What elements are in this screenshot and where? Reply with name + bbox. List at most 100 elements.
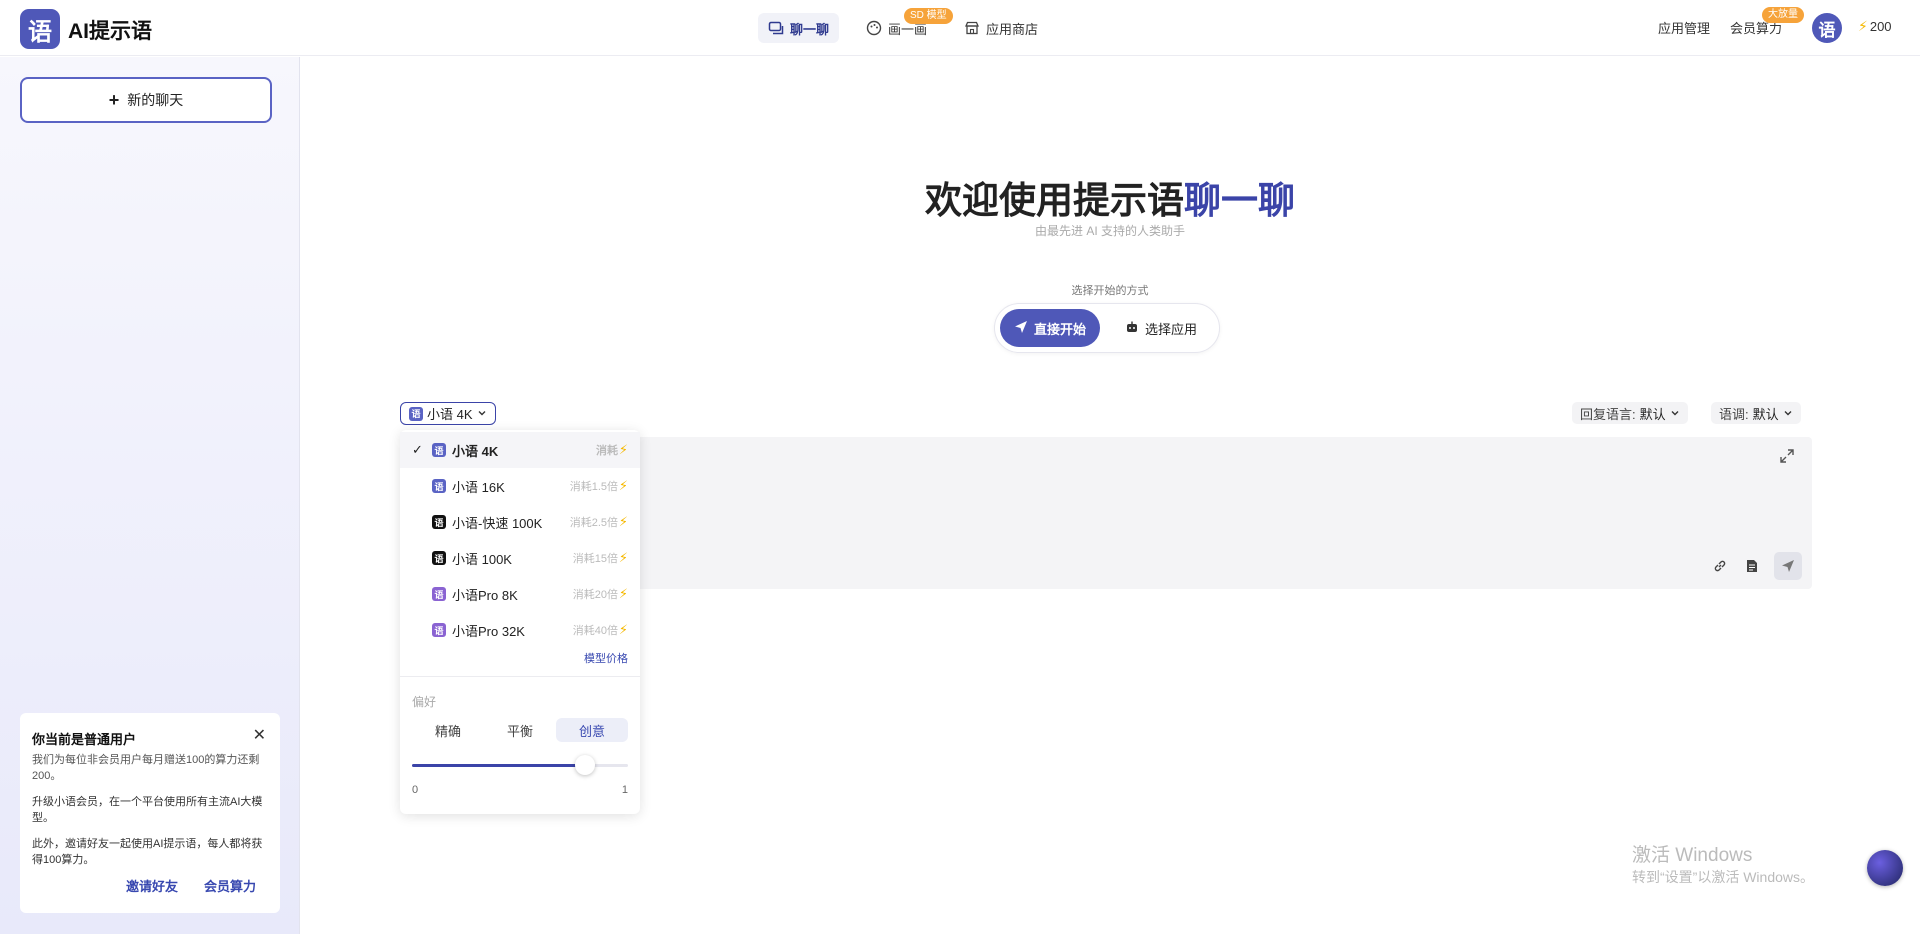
chevron-down-icon (1783, 406, 1793, 421)
chat-bubble-icon (768, 20, 784, 36)
welcome-accent: 聊一聊 (1184, 180, 1295, 221)
promo-links: 邀请好友 会员算力 (126, 876, 256, 895)
top-header: 语 AI提示语 聊一聊 画一画 SD 模型 应用商店 应用管理 会员算力 大放量… (0, 0, 1920, 56)
document-icon[interactable] (1738, 552, 1766, 580)
credits-display[interactable]: ⚡ 200 (1858, 18, 1892, 35)
reply-language-select[interactable]: 回复语言: 默认 (1572, 402, 1688, 424)
tone-select[interactable]: 语调: 默认 (1711, 402, 1801, 424)
sd-model-badge: SD 模型 (904, 8, 953, 24)
slider-max-label: 1 (621, 784, 628, 796)
mode-switch: 直接开始 选择应用 (994, 303, 1220, 353)
model-price-link[interactable]: 模型价格 (584, 650, 628, 666)
expand-icon[interactable] (1780, 449, 1794, 466)
model-option-cost: 消耗2.5倍 (569, 517, 618, 529)
link-icon[interactable] (1706, 552, 1734, 580)
check-icon: ✓ (412, 442, 423, 457)
model-logo-icon: 语 (432, 587, 446, 601)
model-option[interactable]: 语 小语-快速 100K 消耗2.5倍 ⚡ (400, 504, 640, 540)
robot-icon (1125, 320, 1139, 337)
promo-card: 你当前是普通用户 ✕ 我们为每位非会员用户每月赠送100的算力还剩200。 升级… (20, 713, 280, 913)
pref-precise-tab[interactable]: 精确 (412, 718, 484, 742)
bolt-icon: ⚡ (618, 586, 628, 601)
app-logo[interactable]: 语 (20, 9, 60, 49)
model-option[interactable]: 语 小语 16K 消耗1.5倍 ⚡ (400, 468, 640, 504)
model-logo-icon: 语 (432, 515, 446, 529)
invite-friends-link[interactable]: 邀请好友 (126, 876, 178, 895)
tone-label: 语调: (1719, 406, 1749, 422)
model-logo-icon: 语 (432, 443, 446, 457)
nav-chat-label: 聊一聊 (790, 21, 830, 37)
preference-label: 偏好 (412, 695, 437, 709)
reply-language-value: 默认 (1639, 406, 1666, 422)
tone-value: 默认 (1752, 406, 1779, 422)
close-icon[interactable]: ✕ (253, 725, 266, 745)
bolt-icon: ⚡ (1858, 18, 1868, 34)
model-select[interactable]: 语 小语 4K (400, 402, 496, 425)
bolt-icon: ⚡ (618, 514, 628, 529)
model-logo-icon: 语 (432, 623, 446, 637)
nav-app-store[interactable]: 应用商店 (954, 13, 1048, 43)
welcome-prefix: 欢迎使用提示语 (925, 180, 1184, 221)
model-logo-icon: 语 (432, 551, 446, 565)
welcome-subtitle: 由最先进 AI 支持的人类助手 (1034, 224, 1185, 238)
model-logo-icon: 语 (432, 479, 446, 493)
app-manage-link[interactable]: 应用管理 (1658, 18, 1710, 37)
model-option[interactable]: ✓ 语 小语 4K 消耗 ⚡ (400, 432, 640, 468)
logo-char: 语 (28, 18, 52, 46)
pref-balanced-tab[interactable]: 平衡 (484, 718, 556, 742)
promo-text-2: 升级小语会员，在一个平台使用所有主流AI大模型。 (32, 796, 263, 824)
bolt-icon: ⚡ (618, 478, 628, 493)
creativity-slider[interactable] (412, 755, 628, 775)
choose-mode-label: 选择开始的方式 (1071, 285, 1149, 297)
model-dropdown: ✓ 语 小语 4K 消耗 ⚡ 语 小语 16K 消耗1.5倍 ⚡ 语 小语-快速… (400, 430, 640, 814)
plus-icon: + (108, 89, 120, 110)
preference-tabs: 精确 平衡 创意 (412, 718, 628, 742)
model-selected-label: 小语 4K (427, 407, 473, 422)
floating-assistant-button[interactable] (1867, 850, 1903, 886)
model-option-name: 小语 16K (452, 479, 505, 495)
brand-name[interactable]: AI提示语 (68, 15, 152, 45)
model-option-name: 小语 100K (452, 551, 512, 567)
model-option[interactable]: 语 小语Pro 8K 消耗20倍 ⚡ (400, 576, 640, 612)
send-icon (1014, 320, 1028, 337)
model-option-name: 小语 4K (452, 443, 499, 459)
model-option-cost: 消耗15倍 (572, 553, 618, 565)
promo-text-1: 我们为每位非会员用户每月赠送100的算力还剩200。 (32, 754, 260, 782)
model-option-name: 小语Pro 8K (452, 587, 518, 603)
direct-start-button[interactable]: 直接开始 (1000, 309, 1101, 347)
reply-language-label: 回复语言: (1580, 406, 1636, 422)
direct-start-label: 直接开始 (1034, 321, 1087, 337)
bolt-icon: ⚡ (618, 442, 628, 457)
new-chat-button[interactable]: + 新的聊天 (20, 77, 272, 123)
model-option-cost: 消耗20倍 (572, 589, 618, 601)
model-option-cost: 消耗40倍 (572, 625, 618, 637)
bolt-icon: ⚡ (618, 550, 628, 565)
new-chat-label: 新的聊天 (127, 92, 184, 108)
nav-chat[interactable]: 聊一聊 (758, 13, 840, 43)
select-app-label: 选择应用 (1145, 321, 1198, 337)
model-option-cost: 消耗 (596, 445, 618, 457)
avatar-char: 语 (1818, 20, 1836, 40)
promo-text-3: 此外，邀请好友一起使用AI提示语，每人都将获得100算力。 (32, 838, 263, 866)
user-avatar[interactable]: 语 (1812, 13, 1842, 43)
slider-handle[interactable] (575, 755, 595, 775)
member-power-promo-link[interactable]: 会员算力 (204, 876, 256, 895)
send-button[interactable] (1774, 552, 1802, 580)
model-option-name: 小语Pro 32K (452, 623, 525, 639)
model-option[interactable]: 语 小语 100K 消耗15倍 ⚡ (400, 540, 640, 576)
store-icon (964, 20, 980, 36)
slider-min-label: 0 (412, 784, 419, 796)
model-option[interactable]: 语 小语Pro 32K 消耗40倍 ⚡ (400, 612, 640, 648)
member-badge: 大放量 (1762, 7, 1804, 23)
select-app-button[interactable]: 选择应用 (1111, 309, 1211, 347)
promo-title: 你当前是普通用户 (32, 732, 137, 747)
model-option-name: 小语-快速 100K (452, 515, 543, 531)
divider (400, 676, 640, 677)
model-logo-icon: 语 (409, 406, 423, 421)
welcome-title: 欢迎使用提示语聊一聊 (0, 170, 1920, 224)
chevron-down-icon (1670, 406, 1680, 421)
windows-watermark-title: 激活 Windows (1632, 845, 1753, 866)
chevron-down-icon (477, 406, 487, 421)
model-option-cost: 消耗1.5倍 (569, 481, 618, 493)
pref-creative-tab[interactable]: 创意 (556, 718, 628, 742)
